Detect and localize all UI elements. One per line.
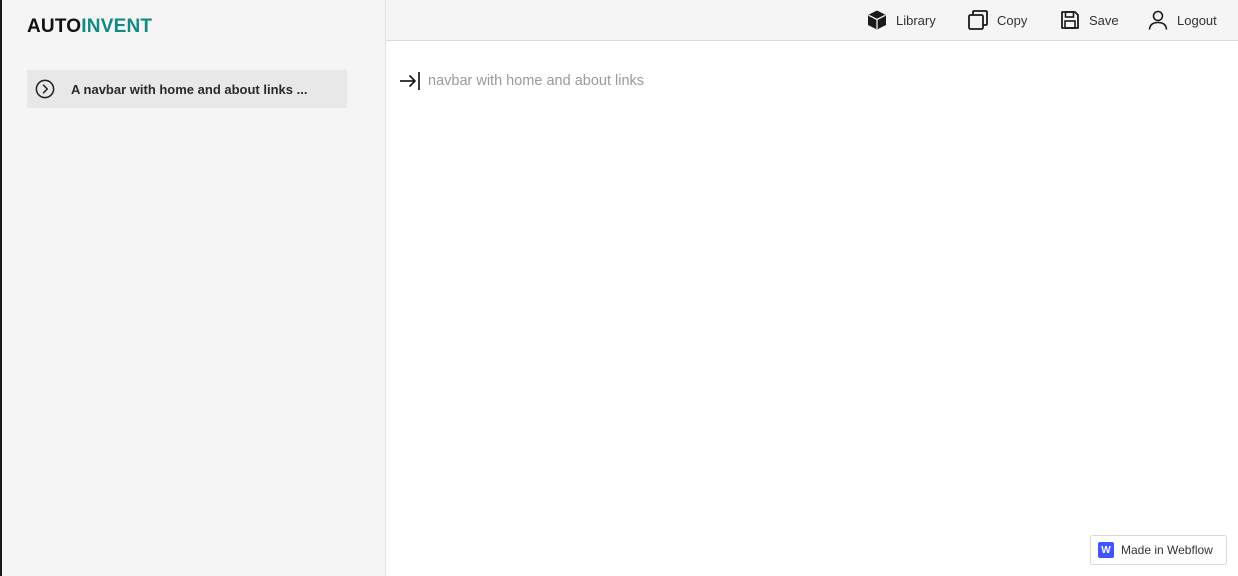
webflow-badge-label: Made in Webflow <box>1121 543 1213 557</box>
top-toolbar: Library Copy Save Logout <box>386 0 1238 41</box>
logo-invent: INVENT <box>81 16 153 37</box>
main-panel: Library Copy Save Logout navbar with hom… <box>386 0 1238 576</box>
chevron-right-circle-icon <box>35 79 55 99</box>
save-button[interactable]: Save <box>1059 0 1119 40</box>
library-button[interactable]: Library <box>866 0 936 40</box>
arrow-right-to-line-icon[interactable] <box>398 69 422 93</box>
sidebar-history-item[interactable]: A navbar with home and about links ... <box>27 70 347 108</box>
copy-icon <box>967 9 989 31</box>
user-icon <box>1147 9 1169 31</box>
sidebar: AUTOINVENT A navbar with home and about … <box>0 0 386 576</box>
copy-button[interactable]: Copy <box>967 0 1027 40</box>
logo-auto: AUTO <box>27 16 82 37</box>
app-window: AUTOINVENT A navbar with home and about … <box>0 0 1238 576</box>
prompt-row <box>398 66 928 96</box>
floppy-disk-icon <box>1059 9 1081 31</box>
sidebar-history-label: A navbar with home and about links ... <box>71 81 308 97</box>
logo[interactable]: AUTOINVENT <box>27 16 152 38</box>
library-label: Library <box>896 12 936 28</box>
made-in-webflow-badge[interactable]: W Made in Webflow <box>1090 535 1227 565</box>
webflow-logo-icon: W <box>1098 542 1114 558</box>
copy-label: Copy <box>997 12 1028 28</box>
logout-label: Logout <box>1177 12 1217 28</box>
prompt-input[interactable] <box>428 73 928 89</box>
cube-icon <box>866 9 888 31</box>
logout-button[interactable]: Logout <box>1147 0 1217 40</box>
save-label: Save <box>1089 12 1119 28</box>
